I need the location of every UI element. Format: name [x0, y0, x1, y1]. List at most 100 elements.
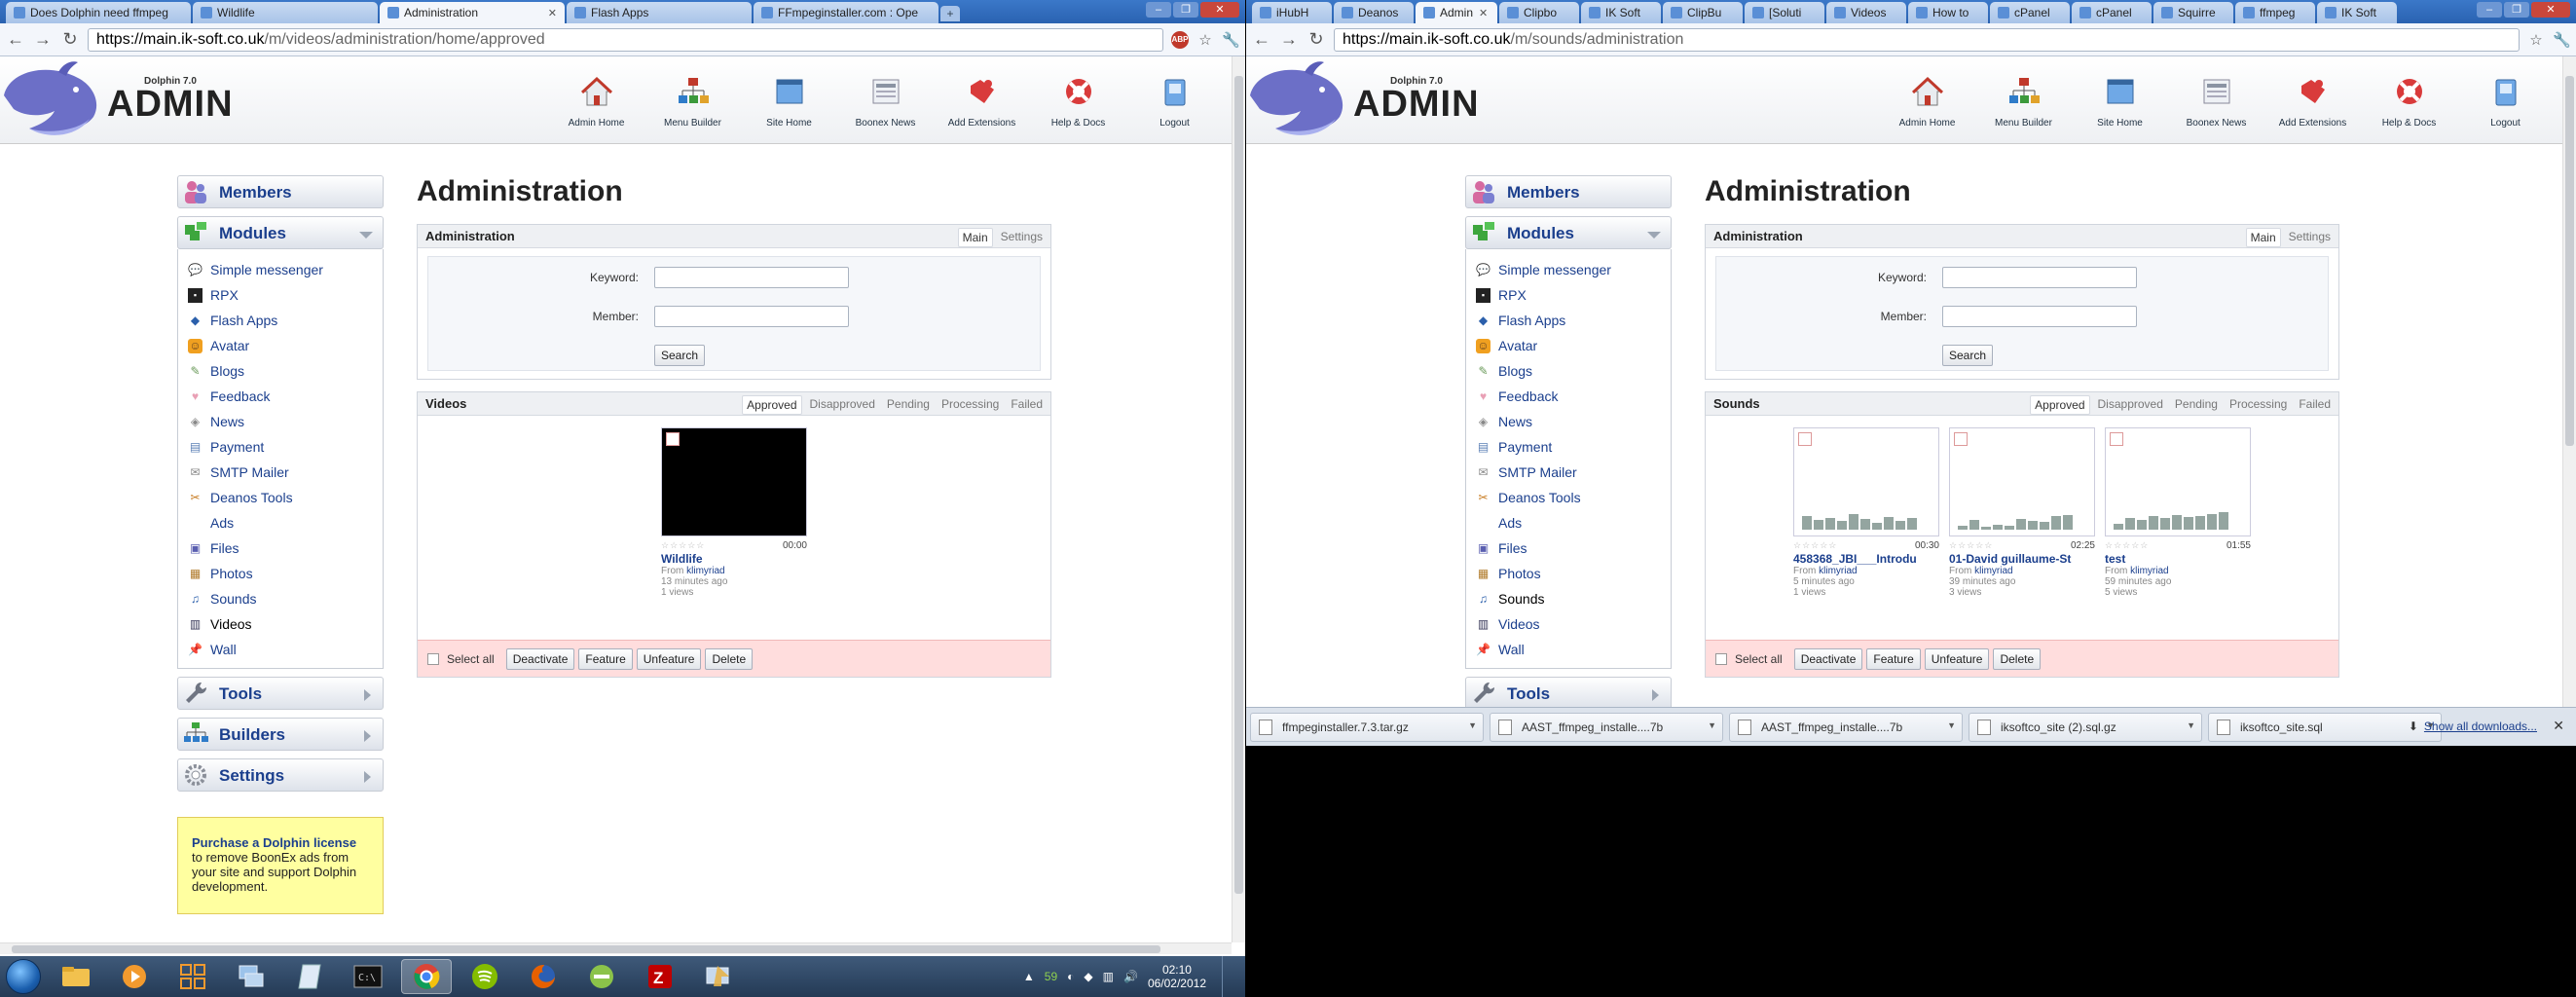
app-grid-icon[interactable]	[167, 959, 218, 994]
tab-processing[interactable]: Processing	[938, 395, 1003, 415]
tab-approved[interactable]: Approved	[742, 395, 802, 415]
sidebar-item-sounds[interactable]: ♫ Sounds	[1466, 586, 1671, 611]
tab-11[interactable]: cPanel	[2072, 2, 2152, 23]
nav-admin-home[interactable]: Admin Home	[1879, 76, 1975, 129]
keyword-input[interactable]	[654, 267, 849, 288]
promo-link[interactable]: Purchase a Dolphin license	[192, 835, 356, 850]
vertical-scrollbar[interactable]	[1232, 56, 1245, 942]
sidebar-item-wall[interactable]: 📌 Wall	[178, 637, 383, 662]
sidebar-item-deanos-tools[interactable]: ✂ Deanos Tools	[1466, 485, 1671, 510]
deactivate-button[interactable]: Deactivate	[1793, 647, 1863, 670]
sidebar-item-wall[interactable]: 📌 Wall	[1466, 637, 1671, 662]
nav-add-extensions[interactable]: Add Extensions	[2264, 76, 2361, 129]
download-item[interactable]: ffmpeginstaller.7.3.tar.gz ▼	[1250, 712, 1484, 742]
star-icon[interactable]: ☆	[1196, 31, 1214, 49]
download-item[interactable]: AAST_ffmpeg_installe....7b ▼	[1729, 712, 1963, 742]
sound-title[interactable]: test	[2105, 552, 2251, 566]
tab-2[interactable]: Deanos	[1334, 2, 1414, 23]
reload-icon[interactable]: ↻	[60, 29, 80, 50]
sidebar-item-files[interactable]: ▣ Files	[1466, 535, 1671, 561]
tab-wildlife[interactable]: Wildlife	[193, 2, 378, 23]
tab-main[interactable]: Main	[2245, 228, 2281, 247]
sidebar-item-smtp-mailer[interactable]: ✉ SMTP Mailer	[178, 460, 383, 485]
select-checkbox[interactable]	[1954, 432, 1968, 446]
sound-card[interactable]: ☆☆☆☆☆ 00:30 458368_JBI___Introdu From kli…	[1793, 427, 1939, 598]
sidebar-tools[interactable]: Tools	[177, 677, 384, 710]
unfeature-button[interactable]: Unfeature	[1924, 647, 1990, 670]
tab-5[interactable]: IK Soft	[1581, 2, 1661, 23]
dropdown-arrow-icon[interactable]: ▼	[1468, 720, 1477, 730]
explorer-icon[interactable]	[51, 959, 101, 994]
new-tab-button[interactable]: +	[940, 6, 960, 21]
select-checkbox[interactable]	[666, 432, 680, 446]
author-link[interactable]: klimyriad	[1819, 566, 1857, 576]
star-icon[interactable]: ☆	[2527, 31, 2545, 49]
sidebar-item-blogs[interactable]: ✎ Blogs	[1466, 358, 1671, 384]
sound-thumbnail[interactable]	[2105, 427, 2251, 536]
tab-disapproved[interactable]: Disapproved	[2094, 395, 2167, 415]
close-tab-icon[interactable]: ✕	[548, 7, 557, 19]
address-bar[interactable]: https://main.ik-soft.co.uk/m/videos/admi…	[88, 27, 1163, 52]
media-player-icon[interactable]	[109, 959, 160, 994]
tray-app-icon[interactable]: ◐	[1067, 970, 1074, 983]
tab-dolphin-ffmpeg[interactable]: Does Dolphin need ffmpeg	[6, 2, 191, 23]
nav-help-docs[interactable]: Help & Docs	[1030, 76, 1126, 129]
tab-14[interactable]: IK Soft	[2317, 2, 2397, 23]
sidebar-item-videos[interactable]: ▥ Videos	[178, 611, 383, 637]
member-input[interactable]	[1942, 306, 2137, 327]
tab-main[interactable]: Main	[957, 228, 993, 247]
chevron-up-icon[interactable]: ▲	[1023, 970, 1035, 983]
deactivate-button[interactable]: Deactivate	[505, 647, 575, 670]
back-icon[interactable]: ←	[1252, 29, 1271, 50]
tab-10[interactable]: cPanel	[1990, 2, 2070, 23]
address-bar[interactable]: https://main.ik-soft.co.uk/m/sounds/admi…	[1334, 27, 2520, 52]
sidebar-item-videos[interactable]: ▥ Videos	[1466, 611, 1671, 637]
tab-4[interactable]: Clipbo	[1499, 2, 1579, 23]
reload-icon[interactable]: ↻	[1306, 29, 1326, 50]
minimize-icon[interactable]: –	[1146, 2, 1171, 18]
sidebar-item-flash-apps[interactable]: ◆ Flash Apps	[178, 308, 383, 333]
video-card[interactable]: ☆☆☆☆☆ 00:00 Wildlife From klimyriad 13 mi…	[661, 427, 807, 598]
firefox-icon[interactable]	[518, 959, 569, 994]
sidebar-item-rpx[interactable]: ▪ RPX	[1466, 282, 1671, 308]
sidebar-modules[interactable]: Modules	[1465, 216, 1672, 249]
tab-1[interactable]: iHubH	[1252, 2, 1332, 23]
nav-menu-builder[interactable]: Menu Builder	[644, 76, 741, 129]
sidebar-item-payment[interactable]: ▤ Payment	[1466, 434, 1671, 460]
select-all-checkbox[interactable]	[1715, 652, 1727, 665]
start-button[interactable]	[6, 959, 41, 994]
vertical-scrollbar[interactable]	[2562, 56, 2576, 707]
chrome-icon[interactable]	[401, 959, 452, 994]
sound-thumbnail[interactable]	[1949, 427, 2095, 536]
delete-button[interactable]: Delete	[1993, 647, 2042, 670]
sound-title[interactable]: 458368_JBI___Introdu	[1793, 552, 1939, 566]
download-item[interactable]: iksoftco_site (2).sql.gz ▼	[1969, 712, 2202, 742]
network-icon[interactable]	[226, 959, 276, 994]
author-link[interactable]: klimyriad	[686, 566, 724, 576]
sidebar-item-payment[interactable]: ▤ Payment	[178, 434, 383, 460]
tab-admin[interactable]: Admin ✕	[1416, 2, 1497, 23]
unfeature-button[interactable]: Unfeature	[636, 647, 702, 670]
spotify-icon[interactable]	[460, 959, 510, 994]
video-title[interactable]: Wildlife	[661, 552, 807, 566]
nav-boonex-news[interactable]: Boonex News	[2168, 76, 2264, 129]
forward-icon[interactable]: →	[1279, 29, 1299, 50]
search-button[interactable]: Search	[654, 345, 706, 366]
sidebar-item-news[interactable]: ◈ News	[1466, 409, 1671, 434]
tab-ffmpeginstaller[interactable]: FFmpeginstaller.com : Ope	[754, 2, 938, 23]
sidebar-item-avatar[interactable]: ☺ Avatar	[1466, 333, 1671, 358]
delete-button[interactable]: Delete	[705, 647, 754, 670]
maximize-icon[interactable]: ❐	[2504, 2, 2529, 18]
clock[interactable]: 02:10 06/02/2012	[1148, 963, 1206, 990]
dropdown-arrow-icon[interactable]: ▼	[1947, 720, 1956, 730]
sound-card[interactable]: ☆☆☆☆☆ 01:55 test From klimyriad 59 minute…	[2105, 427, 2251, 598]
sidebar-item-simple-messenger[interactable]: 💬 Simple messenger	[1466, 257, 1671, 282]
filezilla-icon[interactable]: Z	[635, 959, 685, 994]
sidebar-item-blogs[interactable]: ✎ Blogs	[178, 358, 383, 384]
sidebar-item-smtp-mailer[interactable]: ✉ SMTP Mailer	[1466, 460, 1671, 485]
tab-13[interactable]: ffmpeg	[2235, 2, 2315, 23]
tab-8[interactable]: Videos	[1826, 2, 1906, 23]
tab-settings[interactable]: Settings	[2285, 228, 2335, 247]
forward-icon[interactable]: →	[33, 29, 53, 50]
minimize-icon[interactable]: –	[2477, 2, 2502, 18]
